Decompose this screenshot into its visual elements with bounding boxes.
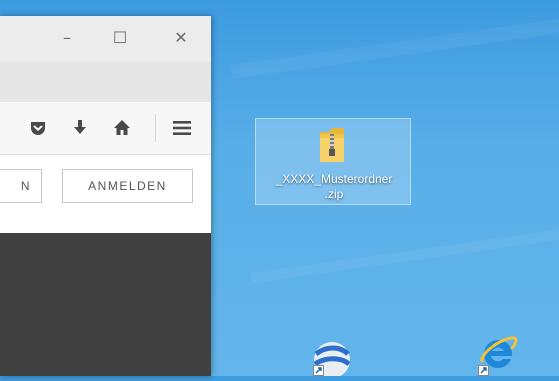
register-button[interactable]: N	[0, 169, 42, 203]
shortcut-arrow-icon	[313, 365, 324, 376]
window-titlebar: – ☐ ✕	[0, 16, 211, 62]
page-header-area: N ANMELDEN	[0, 155, 211, 233]
toolbar-separator	[155, 114, 156, 142]
login-button[interactable]: ANMELDEN	[62, 169, 193, 203]
page-dark-section	[0, 233, 211, 376]
wallpaper-streak	[250, 227, 559, 283]
google-earth-desktop-icon[interactable]	[310, 338, 354, 378]
pocket-icon[interactable]	[26, 116, 50, 140]
zip-file-label: _XXXX_Musterordner .zip	[275, 172, 393, 201]
browser-window: – ☐ ✕ N ANMELDEN	[0, 16, 211, 376]
zip-file-desktop-icon[interactable]: _XXXX_Musterordner .zip	[255, 118, 411, 205]
browser-toolbar	[0, 102, 211, 155]
close-button[interactable]: ✕	[166, 24, 196, 50]
wallpaper-streak	[230, 15, 559, 79]
maximize-button[interactable]: ☐	[105, 24, 135, 50]
home-icon[interactable]	[110, 116, 134, 140]
zip-folder-icon	[317, 124, 347, 164]
tab-strip	[0, 62, 211, 103]
download-icon[interactable]	[68, 116, 92, 140]
internet-explorer-desktop-icon[interactable]	[476, 332, 520, 376]
menu-icon[interactable]	[170, 116, 194, 140]
shortcut-arrow-icon	[478, 365, 489, 376]
minimize-button[interactable]: –	[52, 24, 82, 50]
